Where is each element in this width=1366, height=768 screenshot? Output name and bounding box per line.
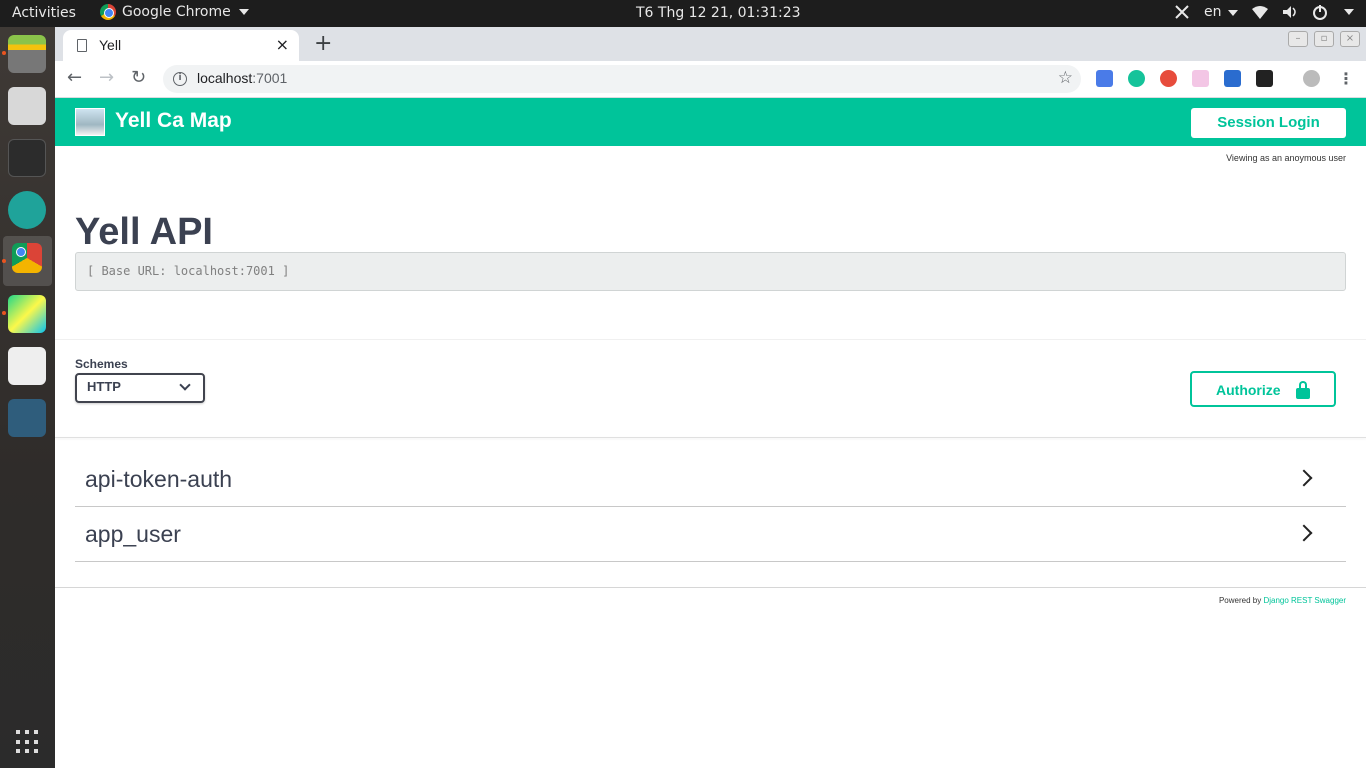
lock-icon (1296, 381, 1310, 399)
mysql-workbench-icon[interactable] (8, 399, 46, 437)
power-icon[interactable] (1312, 4, 1328, 20)
chrome-dock-icon[interactable] (12, 243, 42, 273)
tag-section-app-user[interactable]: app_user (75, 507, 1346, 562)
forward-button[interactable]: → (99, 67, 114, 88)
chrome-icon (100, 4, 116, 20)
new-tab-button[interactable]: + (314, 31, 332, 56)
terminal-icon[interactable] (8, 139, 46, 177)
text-editor-icon[interactable] (8, 347, 46, 385)
powered-by: Powered by Django REST Swagger (1218, 596, 1346, 605)
pocket-extension-icon[interactable] (1224, 70, 1241, 87)
browser-toolbar: ← → ↻ i localhost:7001 ☆ ⋮ (55, 61, 1366, 98)
santa-extension-icon[interactable] (1160, 70, 1177, 87)
bookmark-star-icon[interactable]: ☆ (1058, 68, 1073, 88)
schemes-select[interactable]: HTTP (75, 373, 205, 403)
address-bar[interactable]: i localhost:7001 ☆ (163, 65, 1081, 93)
app-header: Yell Ca Map Session Login (55, 98, 1366, 146)
menu-dots-icon[interactable]: ⋮ (1338, 69, 1354, 88)
wifi-icon[interactable] (1252, 4, 1268, 20)
app-menu[interactable]: Google Chrome (100, 4, 249, 20)
pycharm-icon[interactable] (8, 295, 46, 333)
system-tray[interactable]: en (1174, 4, 1354, 20)
minimize-button[interactable]: – (1288, 31, 1308, 47)
files-manager-icon[interactable] (8, 35, 46, 73)
divider (55, 339, 1366, 340)
language-indicator[interactable]: en (1204, 4, 1238, 20)
tag-title: api-token-auth (85, 466, 233, 492)
unicorn-extension-icon[interactable] (1192, 70, 1209, 87)
tab-yell[interactable]: Yell × (63, 30, 299, 61)
chat-app-icon[interactable] (8, 191, 46, 229)
app-menu-label: Google Chrome (122, 4, 231, 20)
chevron-down-icon[interactable] (1344, 9, 1354, 15)
react-devtools-icon[interactable] (1256, 70, 1273, 87)
software-updater-icon[interactable] (8, 87, 46, 125)
brand-avatar (75, 108, 105, 136)
running-indicator (2, 51, 6, 55)
dock (0, 27, 55, 768)
tag-section-api-token-auth[interactable]: api-token-auth (75, 452, 1346, 507)
profile-avatar[interactable] (1303, 70, 1320, 87)
activities-button[interactable]: Activities (12, 5, 76, 21)
django-rest-swagger-link[interactable]: Django REST Swagger (1263, 596, 1346, 605)
tab-title: Yell (99, 37, 122, 53)
page-content: Yell Ca Map Session Login Viewing as an … (55, 98, 1366, 768)
tab-strip: Yell × + – ▫ × (55, 27, 1366, 61)
chevron-down-icon (179, 379, 191, 391)
schemes-label: Schemes (75, 357, 128, 371)
back-button[interactable]: ← (67, 67, 82, 88)
tools-icon[interactable] (1174, 4, 1190, 20)
show-applications-icon[interactable] (16, 730, 40, 754)
base-url-box: [ Base URL: localhost:7001 ] (75, 252, 1346, 291)
api-title: Yell API (75, 211, 213, 253)
maximize-button[interactable]: ▫ (1314, 31, 1334, 47)
browser-window: Yell × + – ▫ × ← → ↻ i localhost:7001 ☆ … (55, 27, 1366, 768)
system-top-bar: Activities Google Chrome T6 Thg 12 21, 0… (0, 0, 1366, 27)
document-icon (77, 39, 87, 52)
divider (55, 587, 1366, 588)
volume-icon[interactable] (1282, 4, 1298, 20)
window-controls: – ▫ × (1288, 31, 1360, 47)
grammarly-extension-icon[interactable] (1128, 70, 1145, 87)
close-icon[interactable]: × (276, 35, 289, 54)
clock[interactable]: T6 Thg 12 21, 01:31:23 (636, 5, 801, 21)
chevron-right-icon[interactable] (1295, 524, 1313, 542)
brand-title[interactable]: Yell Ca Map (115, 109, 232, 133)
anonymous-notice: Viewing as an anoymous user (1226, 153, 1346, 163)
tag-title: app_user (85, 521, 181, 547)
reload-button[interactable]: ↻ (131, 67, 146, 88)
divider (55, 437, 1366, 438)
translate-extension-icon[interactable] (1096, 70, 1113, 87)
session-login-button[interactable]: Session Login (1191, 108, 1346, 138)
chevron-down-icon (238, 9, 249, 15)
running-indicator (2, 311, 6, 315)
schemes-selected-value: HTTP (87, 379, 121, 394)
url-text[interactable]: localhost:7001 (197, 70, 287, 86)
authorize-label: Authorize (1216, 382, 1281, 398)
info-icon[interactable]: i (173, 72, 187, 86)
authorize-button[interactable]: Authorize (1190, 371, 1336, 407)
running-indicator (2, 259, 6, 263)
close-window-button[interactable]: × (1340, 31, 1360, 47)
chevron-right-icon[interactable] (1295, 469, 1313, 487)
